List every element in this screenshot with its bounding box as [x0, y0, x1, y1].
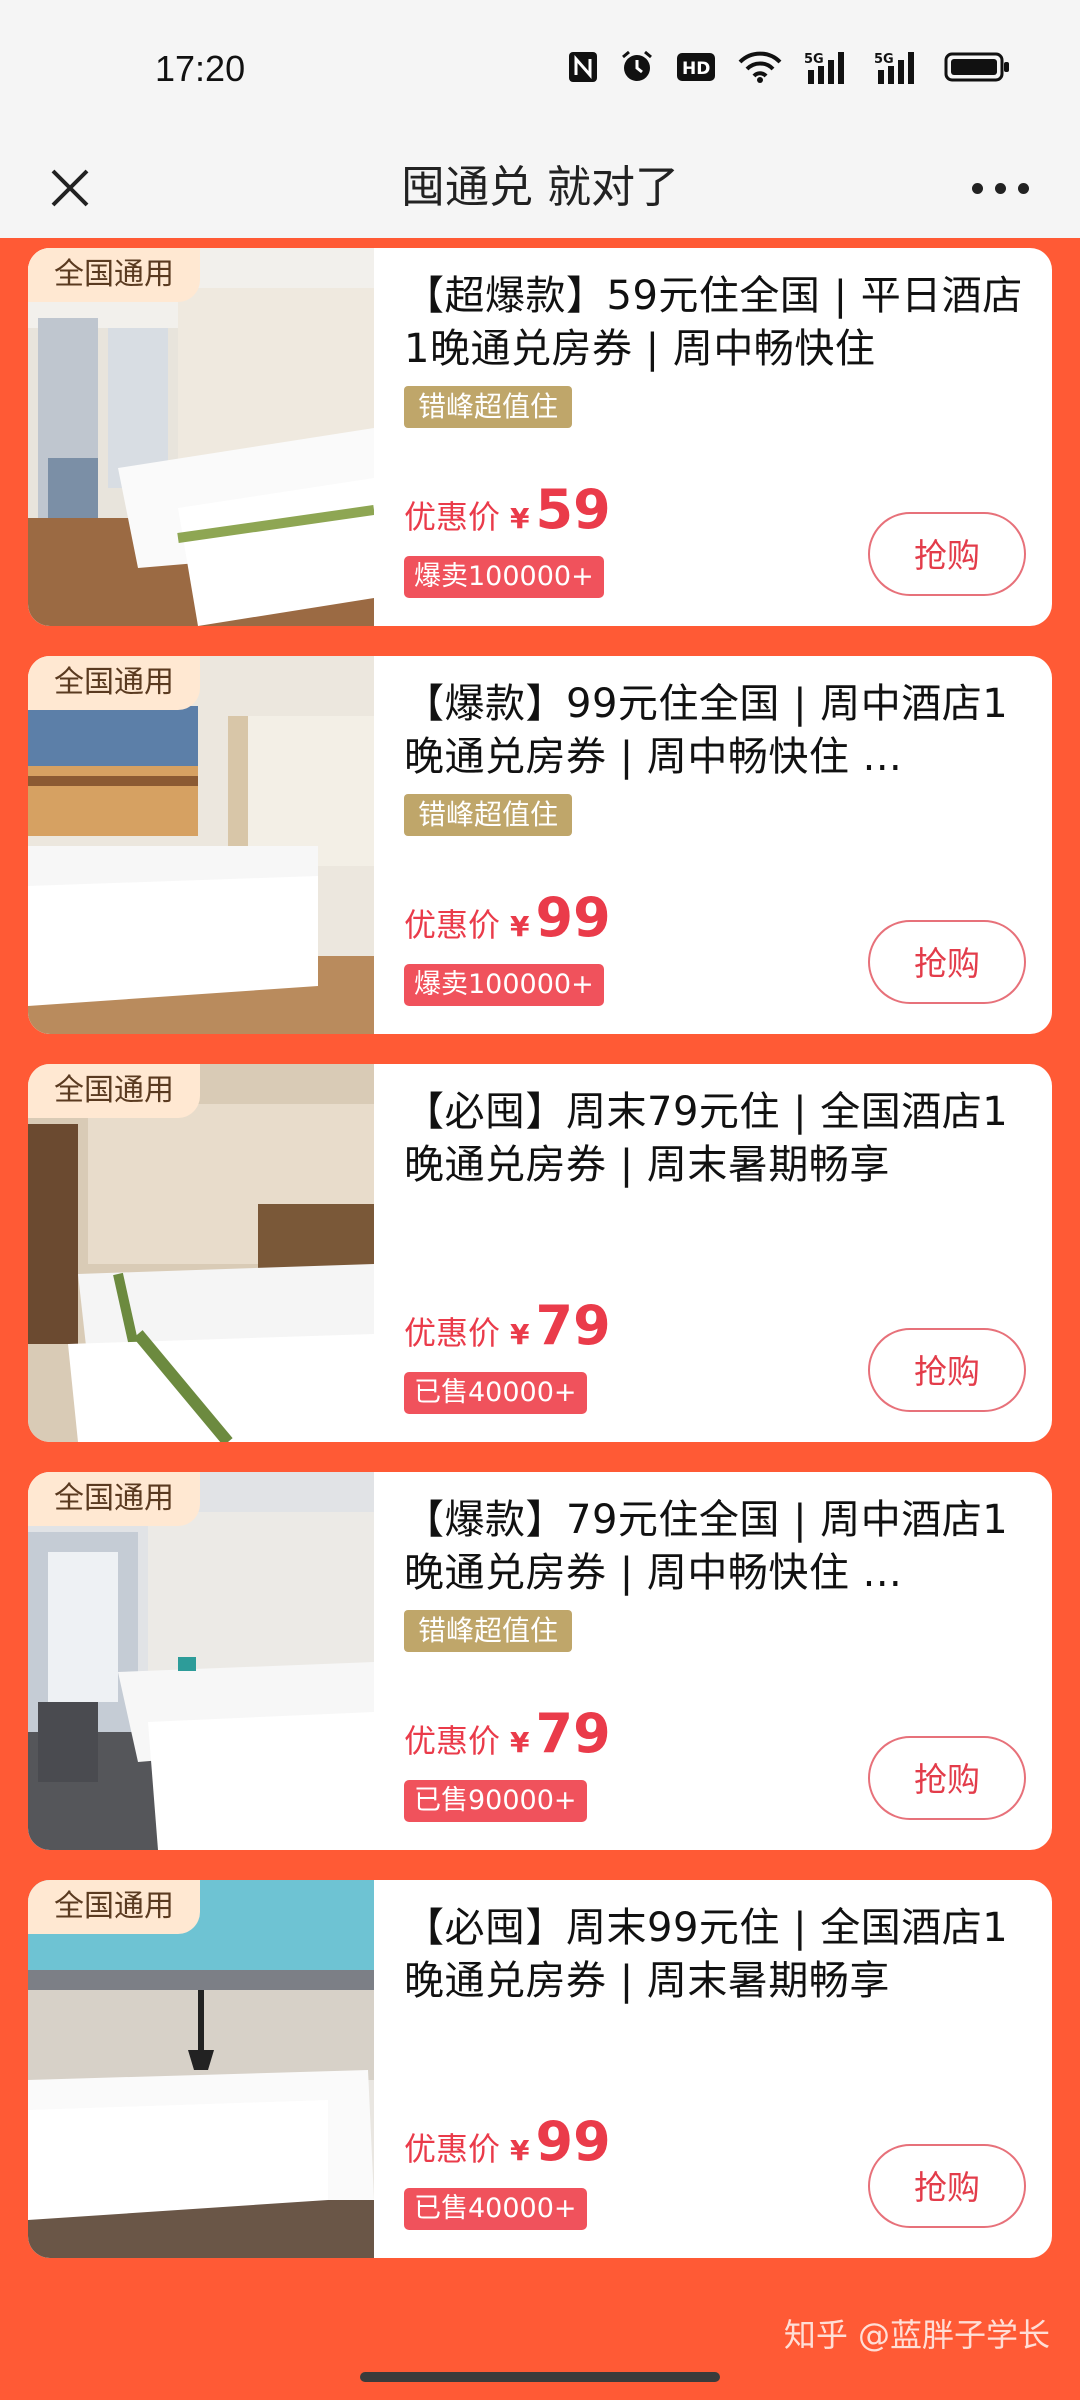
5g-signal-icon: 5G	[874, 52, 914, 84]
price-row: 优惠价 ¥ 79	[404, 1294, 611, 1357]
price-label: 优惠价	[404, 1722, 501, 1760]
thumb-tag: 全国通用	[28, 1064, 200, 1118]
buy-button[interactable]: 抢购	[868, 512, 1026, 596]
promo-tag: 错峰超值住	[404, 1610, 573, 1652]
thumb-tag: 全国通用	[28, 1472, 200, 1526]
product-card[interactable]: 全国通用 【超爆款】59元住全国 | 平日酒店1晚通兑房券 | 周中畅快住 错峰…	[28, 248, 1052, 626]
hotel-room-image: 全国通用	[28, 1880, 374, 2258]
sold-badge: 已售90000+	[404, 1780, 587, 1822]
sold-badge: 爆卖100000+	[404, 964, 604, 1006]
price-value: 59	[535, 478, 611, 541]
price-row: 优惠价 ¥ 79	[404, 1702, 611, 1765]
price-value: 99	[535, 2110, 611, 2173]
thumb-tag: 全国通用	[28, 1880, 200, 1934]
product-card[interactable]: 全国通用 【必囤】周末79元住 | 全国酒店1晚通兑房券 | 周末暑期畅享 优惠…	[28, 1064, 1052, 1442]
more-button[interactable]	[950, 148, 1050, 228]
currency-symbol: ¥	[510, 1318, 530, 1351]
more-icon-dot	[994, 182, 1006, 194]
product-title: 【必囤】周末99元住 | 全国酒店1晚通兑房券 | 周末暑期畅享	[404, 1905, 1009, 2004]
nav-bar: 囤通兑 就对了	[0, 138, 1080, 238]
currency-symbol: ¥	[510, 1726, 530, 1759]
hotel-room-image: 全国通用	[28, 656, 374, 1034]
5g-signal-icon: 5G	[804, 52, 844, 84]
buy-button[interactable]: 抢购	[868, 1736, 1026, 1820]
wifi-icon	[738, 51, 782, 83]
currency-symbol: ¥	[510, 2134, 530, 2167]
product-card[interactable]: 全国通用 【爆款】79元住全国 | 周中酒店1晚通兑房券 | 周中畅快住 ...…	[28, 1472, 1052, 1850]
page-title: 囤通兑 就对了	[401, 162, 679, 213]
svg-text:5G: 5G	[804, 52, 824, 67]
price-value: 79	[535, 1702, 611, 1765]
buy-button[interactable]: 抢购	[868, 2144, 1026, 2228]
price-row: 优惠价 ¥ 99	[404, 2110, 611, 2173]
card-info: 【超爆款】59元住全国 | 平日酒店1晚通兑房券 | 周中畅快住 错峰超值住	[404, 270, 1044, 428]
currency-symbol: ¥	[510, 910, 530, 943]
product-title: 【必囤】周末79元住 | 全国酒店1晚通兑房券 | 周末暑期畅享	[404, 1089, 1009, 1188]
price-label: 优惠价	[404, 906, 501, 944]
price-row: 优惠价 ¥ 99	[404, 886, 611, 949]
status-bar: 17:20 HD 5G 5G	[0, 0, 1080, 138]
price-row: 优惠价 ¥ 59	[404, 478, 611, 541]
hd-icon: HD	[677, 53, 715, 81]
price-value: 79	[535, 1294, 611, 1357]
battery-icon	[944, 52, 1009, 82]
promo-tag: 错峰超值住	[404, 794, 573, 836]
promo-tag: 错峰超值住	[404, 386, 573, 428]
product-list: 全国通用 【超爆款】59元住全国 | 平日酒店1晚通兑房券 | 周中畅快住 错峰…	[0, 238, 1080, 2400]
alarm-icon	[622, 50, 652, 81]
sold-badge: 爆卖100000+	[404, 556, 604, 598]
card-info: 【爆款】79元住全国 | 周中酒店1晚通兑房券 | 周中畅快住 ... 错峰超值…	[404, 1494, 1044, 1652]
product-title: 【超爆款】59元住全国 | 平日酒店1晚通兑房券 | 周中畅快住	[404, 273, 1023, 372]
card-info: 【必囤】周末79元住 | 全国酒店1晚通兑房券 | 周末暑期畅享	[404, 1086, 1044, 1192]
currency-symbol: ¥	[510, 502, 530, 535]
product-title: 【爆款】79元住全国 | 周中酒店1晚通兑房券 | 周中畅快住 ...	[404, 1497, 1009, 1596]
status-time: 17:20	[155, 48, 246, 89]
hotel-room-image: 全国通用	[28, 248, 374, 626]
product-title: 【爆款】99元住全国 | 周中酒店1晚通兑房券 | 周中畅快住 ...	[404, 681, 1009, 780]
hotel-room-image: 全国通用	[28, 1472, 374, 1850]
more-icon-dot	[1017, 182, 1029, 194]
price-value: 99	[535, 886, 611, 949]
buy-button[interactable]: 抢购	[868, 1328, 1026, 1412]
product-card[interactable]: 全国通用 【必囤】周末99元住 | 全国酒店1晚通兑房券 | 周末暑期畅享 优惠…	[28, 1880, 1052, 2258]
svg-text:HD: HD	[682, 59, 710, 79]
buy-button[interactable]: 抢购	[868, 920, 1026, 1004]
sold-badge: 已售40000+	[404, 1372, 587, 1414]
watermark: 知乎 @蓝胖子学长	[783, 2316, 1050, 2354]
thumb-tag: 全国通用	[28, 248, 200, 302]
sold-badge: 已售40000+	[404, 2188, 587, 2230]
more-icon	[971, 182, 983, 194]
nfc-icon	[569, 52, 597, 82]
card-info: 【爆款】99元住全国 | 周中酒店1晚通兑房券 | 周中畅快住 ... 错峰超值…	[404, 678, 1044, 836]
card-info: 【必囤】周末99元住 | 全国酒店1晚通兑房券 | 周末暑期畅享	[404, 1902, 1044, 2008]
thumb-tag: 全国通用	[28, 656, 200, 710]
price-label: 优惠价	[404, 498, 501, 536]
product-card[interactable]: 全国通用 【爆款】99元住全国 | 周中酒店1晚通兑房券 | 周中畅快住 ...…	[28, 656, 1052, 1034]
home-indicator[interactable]	[360, 2372, 720, 2382]
price-label: 优惠价	[404, 2130, 501, 2168]
status-icons: HD 5G 5G	[568, 50, 1010, 84]
price-label: 优惠价	[404, 1314, 501, 1352]
svg-text:5G: 5G	[874, 52, 894, 67]
hotel-room-image: 全国通用	[28, 1064, 374, 1442]
